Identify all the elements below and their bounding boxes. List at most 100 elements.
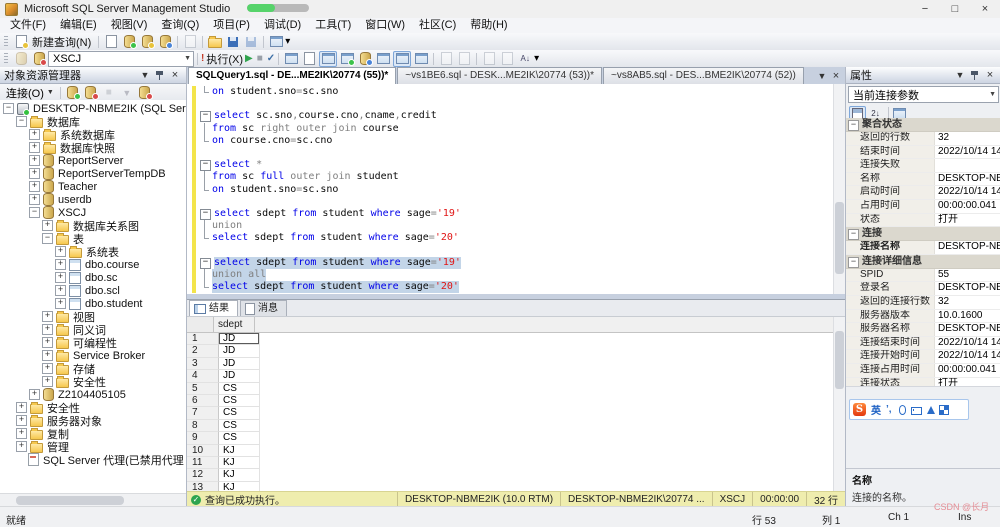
expand-icon[interactable]: +: [42, 220, 53, 231]
editor-line[interactable]: on student.sno=sc.sno: [187, 184, 845, 196]
sogou-logo-icon[interactable]: S: [853, 403, 866, 416]
tree-item[interactable]: −数据库: [0, 115, 186, 128]
horizontal-scrollbar[interactable]: [0, 493, 186, 507]
result-row[interactable]: 5CS: [187, 383, 834, 395]
expand-icon[interactable]: +: [29, 142, 40, 153]
cell-sdept[interactable]: CS: [219, 395, 260, 407]
window-position-icon[interactable]: ▼: [953, 68, 967, 82]
menu-item[interactable]: 社区(C): [412, 18, 463, 33]
editor-line[interactable]: −select *: [187, 159, 845, 171]
tree-item[interactable]: +管理: [0, 440, 186, 453]
expand-icon[interactable]: +: [55, 272, 66, 283]
properties-object-selector[interactable]: 当前连接参数 ▼: [848, 86, 999, 103]
tree-item[interactable]: +dbo.scl: [0, 284, 186, 297]
collapse-icon[interactable]: −: [16, 116, 27, 127]
editor-vertical-scrollbar[interactable]: [833, 84, 845, 294]
expand-icon[interactable]: +: [29, 389, 40, 400]
menu-item[interactable]: 文件(F): [3, 18, 53, 33]
expand-icon[interactable]: +: [42, 350, 53, 361]
refresh-icon[interactable]: [137, 86, 153, 100]
ime-punctuation-icon[interactable]: ’,: [886, 404, 892, 415]
execute-icon[interactable]: !: [201, 52, 204, 66]
editor-line[interactable]: −select sdept from student where sage='1…: [187, 257, 845, 269]
tree-item[interactable]: −XSCJ: [0, 206, 186, 219]
menu-item[interactable]: 项目(P): [206, 18, 257, 33]
tree-item[interactable]: +存储: [0, 362, 186, 375]
tree-item[interactable]: +可编程性: [0, 336, 186, 349]
editor-line[interactable]: [187, 98, 845, 110]
tree-item[interactable]: −表: [0, 232, 186, 245]
expand-icon[interactable]: +: [42, 337, 53, 348]
menu-item[interactable]: 工具(T): [308, 18, 358, 33]
editor-line[interactable]: on course.cno=sc.cno: [187, 135, 845, 147]
collapse-icon[interactable]: −: [3, 103, 14, 114]
results-to-grid-icon[interactable]: [393, 51, 411, 67]
outline-mark[interactable]: −: [200, 209, 211, 220]
toolbar-overflow-icon[interactable]: ▾: [534, 52, 539, 66]
property-row[interactable]: 状态打开: [846, 214, 1000, 228]
property-row[interactable]: 连接失败: [846, 159, 1000, 173]
tree-item[interactable]: +系统表: [0, 245, 186, 258]
editor-line[interactable]: select sdept from student where sage='20…: [187, 281, 845, 293]
toolbar-overflow-icon[interactable]: ▾: [285, 35, 290, 49]
case-icon[interactable]: A↓: [517, 52, 533, 66]
menu-item[interactable]: 编辑(E): [53, 18, 104, 33]
cell-sdept[interactable]: CS: [219, 432, 260, 444]
expand-icon[interactable]: +: [16, 402, 27, 413]
specify-values-icon[interactable]: [319, 51, 337, 67]
ime-toolbar[interactable]: S 英 ’,: [849, 399, 969, 420]
menu-item[interactable]: 视图(V): [104, 18, 155, 33]
cell-sdept[interactable]: KJ: [219, 469, 260, 481]
property-row[interactable]: 启动时间2022/10/14 14:57:33: [846, 186, 1000, 200]
property-row[interactable]: 连接占用时间00:00:00.041: [846, 364, 1000, 378]
menu-item[interactable]: 查询(Q): [154, 18, 206, 33]
editor-line[interactable]: from sc right outer join course: [187, 123, 845, 135]
save-icon[interactable]: [225, 35, 241, 49]
tree-item[interactable]: +Teacher: [0, 180, 186, 193]
menu-item[interactable]: 帮助(H): [463, 18, 514, 33]
tree-item[interactable]: +dbo.student: [0, 297, 186, 310]
cell-sdept[interactable]: KJ: [219, 445, 260, 457]
disconnect-icon[interactable]: [65, 86, 81, 100]
result-row[interactable]: 4JD: [187, 370, 834, 382]
tree-item[interactable]: +Z2104405105: [0, 388, 186, 401]
cell-sdept[interactable]: CS: [219, 420, 260, 432]
outline-mark[interactable]: −: [200, 111, 211, 122]
tree-item[interactable]: +dbo.sc: [0, 271, 186, 284]
ime-toolbox-icon[interactable]: [940, 406, 948, 414]
toolbar-grip[interactable]: [4, 53, 8, 64]
close-button[interactable]: ×: [970, 0, 1000, 18]
analysis-query-icon[interactable]: [139, 35, 155, 49]
cell-sdept[interactable]: CS: [219, 383, 260, 395]
tab-messages[interactable]: 消息: [240, 300, 287, 316]
ime-keyboard-icon[interactable]: [911, 407, 922, 415]
expand-icon[interactable]: +: [55, 285, 66, 296]
property-row[interactable]: SPID55: [846, 269, 1000, 283]
parse-check-icon[interactable]: ✓: [267, 52, 275, 66]
expand-icon[interactable]: +: [29, 194, 40, 205]
close-icon[interactable]: ×: [168, 68, 182, 82]
cell-sdept[interactable]: JD: [219, 358, 260, 370]
chevron-down-icon[interactable]: ▼: [184, 55, 191, 62]
results-to-file-icon[interactable]: [413, 52, 429, 66]
editor-line[interactable]: union all: [187, 269, 845, 281]
cell-sdept[interactable]: JD: [219, 345, 260, 357]
ime-mic-icon[interactable]: [899, 405, 906, 415]
tree-item[interactable]: +系统数据库: [0, 128, 186, 141]
tab-results[interactable]: 结果: [189, 300, 238, 316]
ime-skin-icon[interactable]: [927, 406, 935, 414]
expand-icon[interactable]: +: [55, 246, 66, 257]
tree-item[interactable]: +dbo.course: [0, 258, 186, 271]
connect-button[interactable]: 连接(O) ▼: [3, 85, 57, 101]
tree-item[interactable]: +ReportServerTempDB: [0, 167, 186, 180]
stop-process-icon[interactable]: [83, 86, 99, 100]
property-row[interactable]: 连接名称DESKTOP-NBME2IK: [846, 241, 1000, 255]
collapse-icon[interactable]: −: [848, 257, 859, 268]
property-category[interactable]: −连接: [846, 227, 1000, 241]
open-file-icon[interactable]: [207, 35, 223, 49]
editor-line[interactable]: select sdept from student where sage='20…: [187, 232, 845, 244]
editor-line[interactable]: −select sdept from student where sage='1…: [187, 208, 845, 220]
mdx-query-icon[interactable]: [157, 35, 173, 49]
result-row[interactable]: 1JD: [187, 333, 834, 345]
property-row[interactable]: 连接开始时间2022/10/14 14:57:33: [846, 350, 1000, 364]
